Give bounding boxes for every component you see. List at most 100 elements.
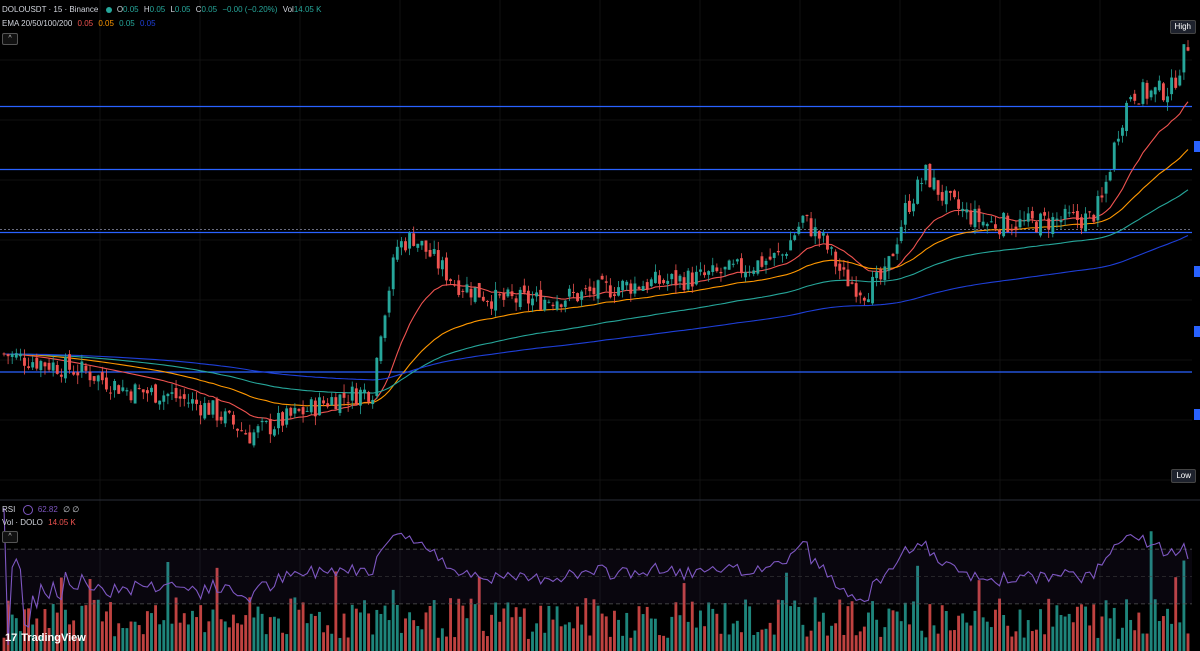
candle-body xyxy=(772,252,776,258)
candle-body xyxy=(850,282,854,284)
candle-body xyxy=(39,361,43,371)
rsi-legend[interactable]: RSI 62.82 ∅ ∅ xyxy=(2,505,82,515)
level-handle-2[interactable] xyxy=(1194,266,1200,277)
low-price-tag: Low xyxy=(1171,469,1196,483)
candle-body xyxy=(1133,93,1137,101)
candle-body xyxy=(588,286,592,292)
candle-body xyxy=(420,240,424,246)
level-handle-1[interactable] xyxy=(1194,141,1200,152)
volume-bar xyxy=(494,602,498,651)
volume-bar xyxy=(133,621,137,651)
candle-body xyxy=(1047,218,1051,230)
candle-body xyxy=(268,418,272,435)
candle-body xyxy=(817,231,821,239)
volume-bar xyxy=(760,629,764,651)
rsi-settings-icon[interactable] xyxy=(22,505,33,515)
volume-bar xyxy=(797,606,801,651)
volume-bar xyxy=(236,623,239,651)
volume-bar xyxy=(948,630,952,651)
candle-body xyxy=(318,397,321,416)
candle-body xyxy=(826,235,829,250)
volume-bar xyxy=(580,624,584,651)
level-handle-3[interactable] xyxy=(1194,326,1200,337)
tradingview-logo[interactable]: 17 TradingView xyxy=(5,632,86,644)
candle-body xyxy=(580,291,584,300)
candle-body xyxy=(740,258,743,274)
candle-body xyxy=(117,385,121,394)
candle-body xyxy=(379,336,383,362)
volume-bar xyxy=(379,613,383,651)
candle-body xyxy=(289,407,293,416)
volume-bar xyxy=(432,600,436,651)
volume-bar xyxy=(264,634,268,651)
candle-body xyxy=(596,280,600,299)
ema100-value: 0.05 xyxy=(119,19,135,28)
collapse-indicator-button[interactable]: ^ xyxy=(2,531,18,543)
close-value: 0.05 xyxy=(201,5,218,14)
volume-bar xyxy=(678,615,682,651)
candle-body xyxy=(313,400,317,417)
volume-legend[interactable]: Vol · DOLO 14.05 K xyxy=(2,518,79,528)
volume-bar xyxy=(1014,631,1018,651)
volume-bar xyxy=(154,605,158,651)
ema-legend[interactable]: EMA 20/50/100/200 0.05 0.05 0.05 0.05 xyxy=(2,19,159,29)
candle-body xyxy=(367,391,371,402)
volume-bar xyxy=(457,598,461,651)
candle-body xyxy=(731,263,735,265)
candle-body xyxy=(670,273,674,280)
volume-bar xyxy=(625,612,629,651)
brand-name: TradingView xyxy=(21,632,86,644)
candle-body xyxy=(125,390,129,392)
candle-body xyxy=(1088,211,1092,213)
candle-body xyxy=(641,286,645,291)
volume-bar xyxy=(1063,616,1067,651)
candle-body xyxy=(10,353,14,357)
volume-bar xyxy=(281,632,285,651)
volume-bar xyxy=(727,634,731,651)
volume-bar xyxy=(191,610,194,651)
volume-bar xyxy=(219,619,223,651)
volume-bar xyxy=(936,633,940,651)
candle-body xyxy=(903,203,907,225)
candle-body xyxy=(891,253,895,257)
candle-body xyxy=(1084,213,1088,232)
collapse-legend-button[interactable]: ^ xyxy=(2,33,18,45)
candle-body xyxy=(715,267,719,272)
candle-body xyxy=(629,283,633,294)
candle-body xyxy=(928,163,932,188)
volume-bar xyxy=(940,605,944,651)
volume-bar xyxy=(481,630,485,651)
volume-bar xyxy=(498,621,502,651)
candle-body xyxy=(572,291,575,293)
volume-bar xyxy=(43,609,47,651)
volume-bar xyxy=(1006,625,1010,651)
volume-bar xyxy=(375,609,379,651)
volume-bar xyxy=(768,622,772,651)
volume-bar xyxy=(744,599,747,651)
symbol-label[interactable]: DOLOUSDT · 15 · Binance xyxy=(2,5,98,14)
volume-bar xyxy=(637,606,641,651)
candle-body xyxy=(297,408,301,411)
candle-body xyxy=(1063,208,1067,220)
candle-body xyxy=(346,402,350,404)
candle-body xyxy=(223,411,227,424)
volume-bar xyxy=(428,605,432,651)
volume-bar xyxy=(600,613,604,651)
volume-bar xyxy=(506,602,510,651)
candle-body xyxy=(703,272,706,276)
candle-body xyxy=(821,233,825,236)
candle-body xyxy=(100,372,104,381)
price-chart[interactable] xyxy=(0,0,1200,651)
level-handle-4[interactable] xyxy=(1194,409,1200,420)
volume-bar xyxy=(588,635,592,651)
candle-body xyxy=(1014,226,1018,231)
volume-bar xyxy=(27,608,31,651)
volume-bar xyxy=(461,605,465,651)
candle-body xyxy=(944,190,948,205)
volume-bar xyxy=(272,616,276,651)
volume-bar xyxy=(1157,621,1161,651)
candle-body xyxy=(137,388,141,390)
volume-bar xyxy=(764,628,768,651)
volume-bar xyxy=(64,609,67,651)
candle-body xyxy=(174,388,178,399)
